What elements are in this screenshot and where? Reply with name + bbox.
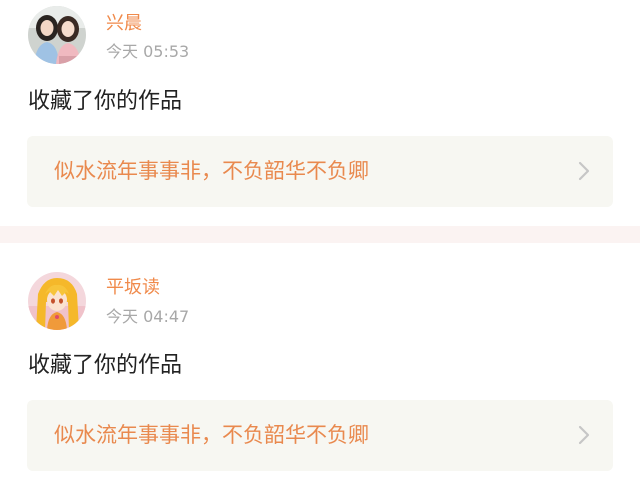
username[interactable]: 平坂读 [106, 278, 160, 298]
chevron-right-icon [578, 425, 590, 445]
timestamp: 今天 05:53 [106, 42, 190, 61]
notification-feed: 兴晨 今天 05:53 收藏了你的作品 似水流年事事非，不负韶华不负卿 平坂读 … [0, 0, 640, 491]
two-girls-photo-avatar-icon [28, 6, 86, 64]
notification-item: 平坂读 今天 04:47 收藏了你的作品 似水流年事事非，不负韶华不负卿 [0, 243, 640, 491]
separator [0, 226, 640, 243]
avatar[interactable] [28, 272, 86, 330]
work-card[interactable]: 似水流年事事非，不负韶华不负卿 [27, 400, 613, 471]
action-text: 收藏了你的作品 [28, 353, 183, 378]
username[interactable]: 兴晨 [106, 14, 142, 34]
avatar[interactable] [28, 6, 86, 64]
anime-character-avatar-icon [28, 272, 86, 330]
action-text: 收藏了你的作品 [28, 89, 183, 114]
chevron-right-icon [578, 161, 590, 181]
work-title: 似水流年事事非，不负韶华不负卿 [54, 423, 369, 447]
timestamp: 今天 04:47 [106, 307, 190, 326]
work-title: 似水流年事事非，不负韶华不负卿 [54, 159, 369, 183]
notification-item: 兴晨 今天 05:53 收藏了你的作品 似水流年事事非，不负韶华不负卿 [0, 0, 640, 226]
work-card[interactable]: 似水流年事事非，不负韶华不负卿 [27, 136, 613, 207]
